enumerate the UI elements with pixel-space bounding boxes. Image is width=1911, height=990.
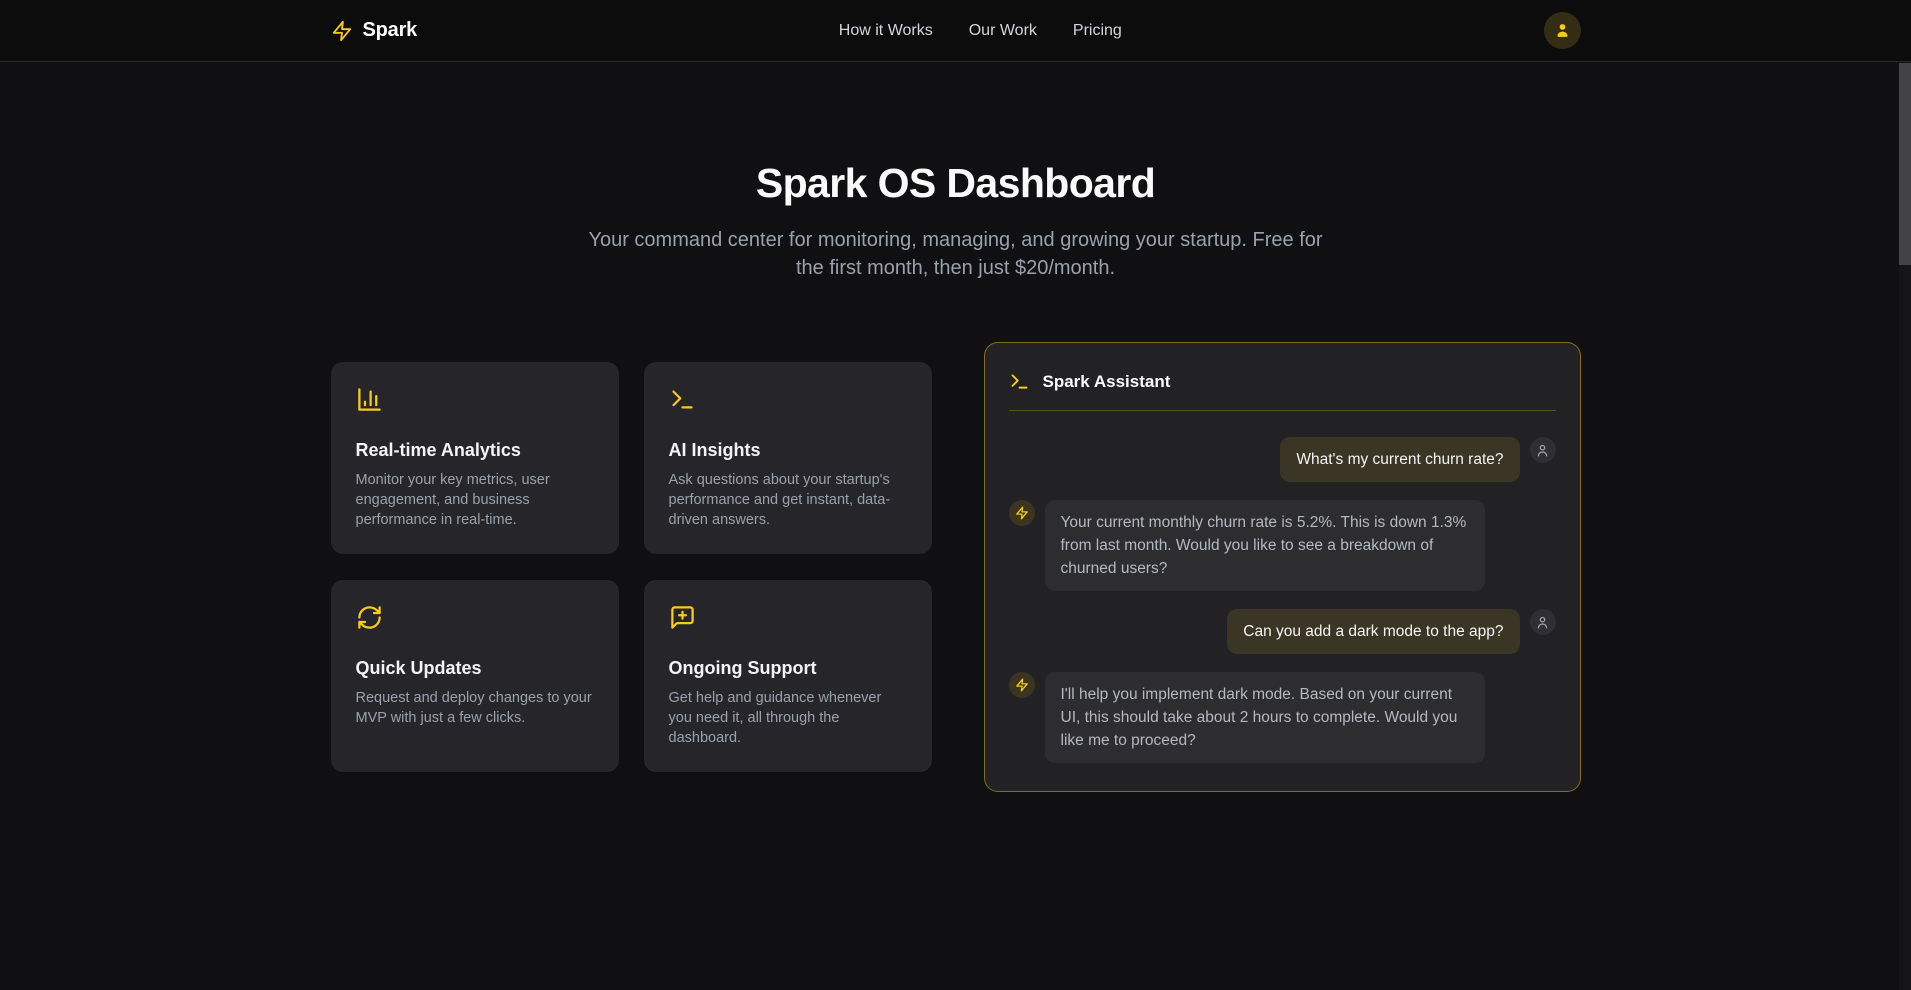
feature-title: AI Insights [669, 440, 907, 461]
assistant-panel-header: Spark Assistant [1009, 367, 1556, 411]
nav-inner: Spark How it Works Our Work Pricing [331, 12, 1581, 49]
feature-description: Ask questions about your startup's perfo… [669, 470, 907, 530]
user-avatar [1530, 609, 1556, 635]
nav-link-pricing[interactable]: Pricing [1073, 22, 1122, 40]
feature-card-realtime-analytics[interactable]: Real-time Analytics Monitor your key met… [331, 362, 619, 554]
feature-title: Real-time Analytics [356, 440, 594, 461]
page-title: Spark OS Dashboard [0, 160, 1911, 207]
assistant-panel-title: Spark Assistant [1043, 372, 1171, 392]
chat-message-user: What's my current churn rate? [1009, 437, 1556, 482]
assistant-zap-avatar [1009, 672, 1035, 698]
chat-messages: What's my current churn rate? Your curre… [1009, 437, 1556, 763]
nav-links: How it Works Our Work Pricing [839, 22, 1122, 40]
refresh-icon [356, 604, 383, 631]
terminal-icon [669, 386, 696, 413]
spark-assistant-panel: Spark Assistant What's my current churn … [984, 342, 1581, 792]
user-message-bubble: Can you add a dark mode to the app? [1227, 609, 1519, 654]
user-message-bubble: What's my current churn rate? [1280, 437, 1519, 482]
account-avatar-button[interactable] [1544, 12, 1581, 49]
assistant-message-bubble: I'll help you implement dark mode. Based… [1045, 672, 1485, 763]
terminal-icon [1009, 371, 1030, 392]
feature-card-ongoing-support[interactable]: Ongoing Support Get help and guidance wh… [644, 580, 932, 772]
zap-icon [331, 20, 353, 42]
user-avatar [1530, 437, 1556, 463]
top-nav: Spark How it Works Our Work Pricing [0, 0, 1911, 62]
feature-title: Quick Updates [356, 658, 594, 679]
assistant-message-bubble: Your current monthly churn rate is 5.2%.… [1045, 500, 1485, 591]
feature-description: Get help and guidance whenever you need … [669, 688, 907, 748]
feature-card-ai-insights[interactable]: AI Insights Ask questions about your sta… [644, 362, 932, 554]
nav-link-how-it-works[interactable]: How it Works [839, 22, 933, 40]
feature-title: Ongoing Support [669, 658, 907, 679]
content-columns: Real-time Analytics Monitor your key met… [331, 342, 1581, 792]
message-square-plus-icon [669, 604, 696, 631]
feature-description: Request and deploy changes to your MVP w… [356, 688, 594, 728]
feature-card-quick-updates[interactable]: Quick Updates Request and deploy changes… [331, 580, 619, 772]
user-icon [1553, 21, 1572, 40]
page-subtitle: Your command center for monitoring, mana… [577, 226, 1335, 282]
assistant-zap-avatar [1009, 500, 1035, 526]
nav-link-our-work[interactable]: Our Work [969, 22, 1037, 40]
brand-logo[interactable]: Spark [331, 19, 418, 42]
page-scrollbar-thumb[interactable] [1899, 63, 1911, 265]
brand-name: Spark [363, 19, 418, 42]
chat-message-user: Can you add a dark mode to the app? [1009, 609, 1556, 654]
chat-message-assistant: I'll help you implement dark mode. Based… [1009, 672, 1556, 763]
bar-chart-icon [356, 386, 383, 413]
feature-grid: Real-time Analytics Monitor your key met… [331, 362, 932, 772]
feature-description: Monitor your key metrics, user engagemen… [356, 470, 594, 530]
page-scrollbar-track[interactable] [1899, 63, 1911, 990]
hero-section: Spark OS Dashboard Your command center f… [0, 62, 1911, 282]
chat-message-assistant: Your current monthly churn rate is 5.2%.… [1009, 500, 1556, 591]
